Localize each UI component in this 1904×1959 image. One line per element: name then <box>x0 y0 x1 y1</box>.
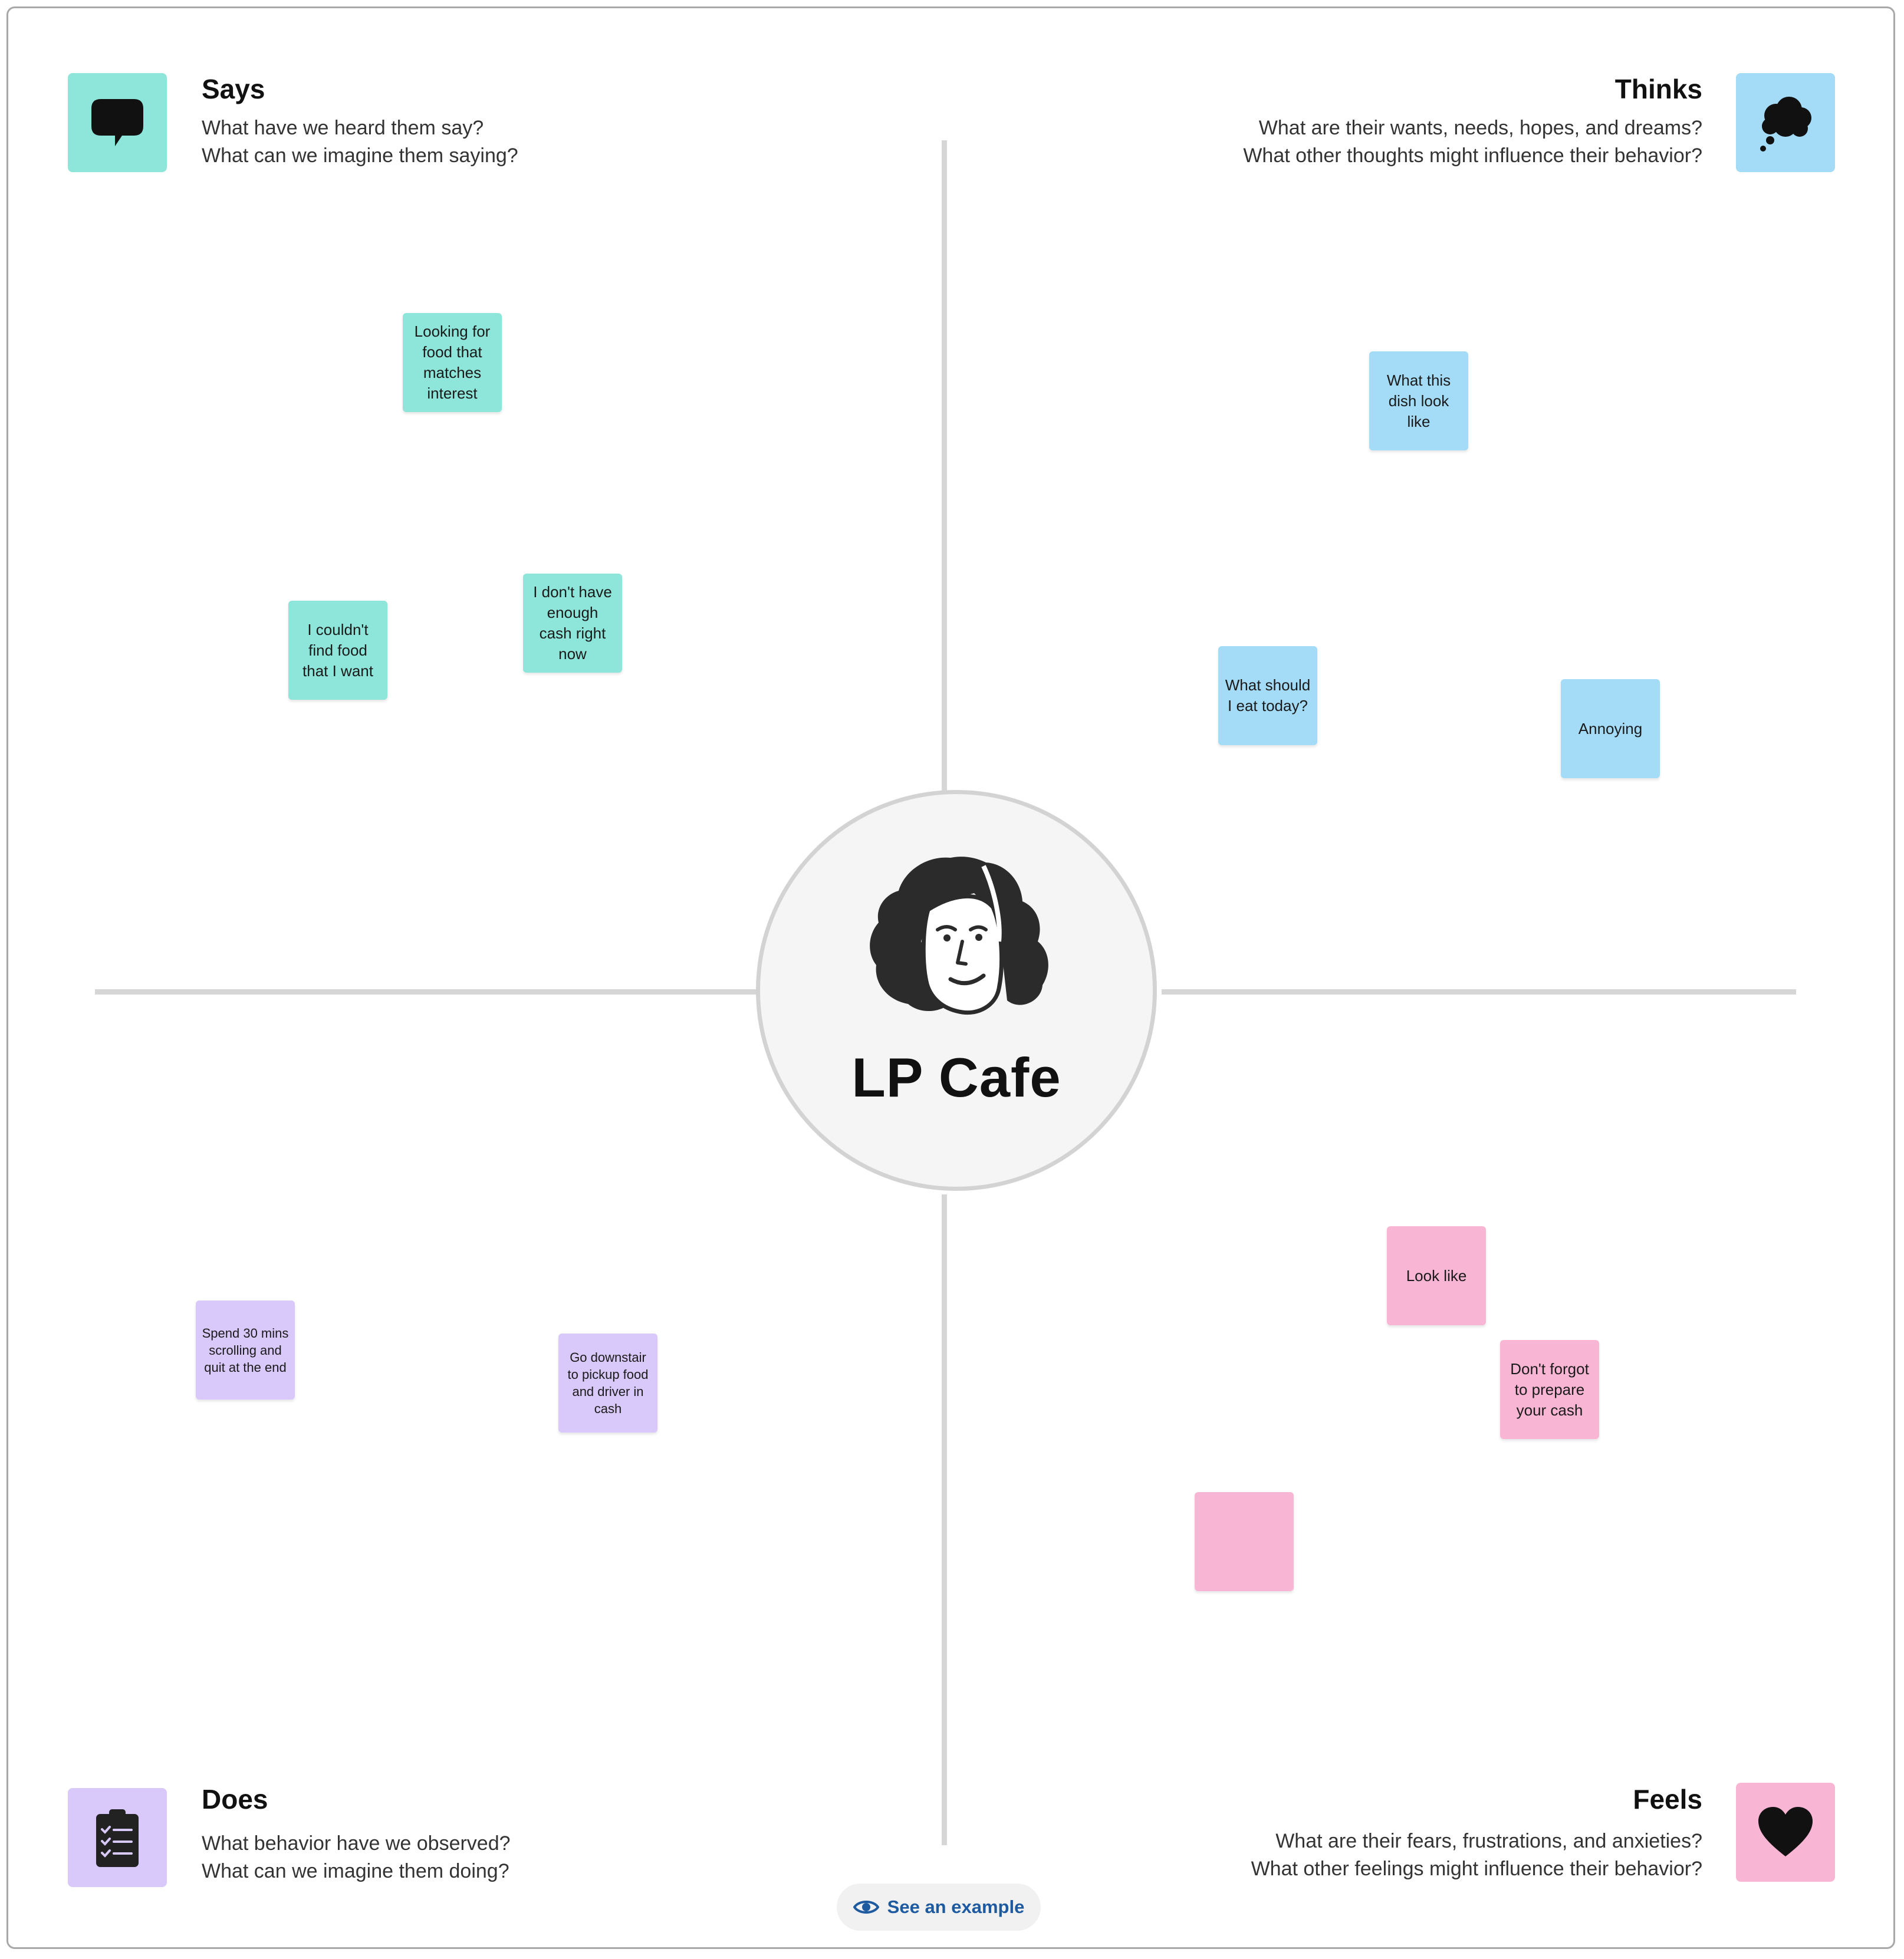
speech-bubble-icon <box>91 99 143 146</box>
sticky-note-says-2[interactable]: I couldn't find food that I want <box>288 601 387 700</box>
sticky-note-says-3[interactable]: I don't have enough cash right now <box>523 574 622 673</box>
says-prompt-2: What can we imagine them saying? <box>202 144 518 167</box>
thinks-prompt-2: What other thoughts might influence thei… <box>1243 144 1702 167</box>
does-icon-tile <box>68 1788 167 1887</box>
does-title: Does <box>202 1784 268 1815</box>
axis-horizontal-right <box>1162 989 1796 995</box>
thinks-title: Thinks <box>1614 74 1702 104</box>
axis-vertical-top <box>942 140 947 791</box>
sticky-note-thinks-2[interactable]: What should I eat today? <box>1218 646 1317 745</box>
feels-prompt-1: What are their fears, frustrations, and … <box>1275 1830 1702 1852</box>
persona-circle[interactable]: LP Cafe <box>756 790 1157 1191</box>
feels-description: What are their fears, frustrations, and … <box>1002 1828 1702 1883</box>
thinks-prompt-1: What are their wants, needs, hopes, and … <box>1258 117 1702 139</box>
sticky-note-says-1[interactable]: Looking for food that matches interest <box>403 313 502 412</box>
feels-title: Feels <box>1633 1784 1702 1815</box>
sticky-note-thinks-1[interactable]: What this dish look like <box>1369 351 1468 450</box>
says-icon-tile <box>68 73 167 172</box>
does-prompt-2: What can we imagine them doing? <box>202 1860 509 1882</box>
person-face-icon <box>870 857 1048 1015</box>
feels-prompt-2: What other feelings might influence thei… <box>1251 1858 1702 1880</box>
thought-cloud-icon <box>1760 97 1811 152</box>
says-prompt-1: What have we heard them say? <box>202 117 484 139</box>
persona-name: LP Cafe <box>851 1046 1061 1108</box>
eye-icon <box>853 1901 879 1914</box>
says-title: Says <box>202 74 265 104</box>
see-example-button[interactable]: See an example <box>837 1884 1041 1931</box>
sticky-note-thinks-3[interactable]: Annoying <box>1561 679 1660 778</box>
axis-horizontal-left <box>95 989 757 995</box>
thinks-description: What are their wants, needs, hopes, and … <box>1002 114 1702 170</box>
does-prompt-1: What behavior have we observed? <box>202 1832 511 1855</box>
sticky-note-does-2[interactable]: Go downstair to pickup food and driver i… <box>558 1334 657 1433</box>
feels-icon-tile <box>1736 1783 1835 1882</box>
sticky-note-feels-1[interactable]: Look like <box>1387 1226 1486 1325</box>
clipboard-checklist-icon <box>96 1809 139 1867</box>
does-description: What behavior have we observed? What can… <box>202 1830 511 1885</box>
axis-vertical-bottom <box>942 1194 947 1845</box>
see-example-label: See an example <box>887 1897 1025 1917</box>
sticky-note-does-1[interactable]: Spend 30 mins scrolling and quit at the … <box>196 1300 295 1400</box>
says-description: What have we heard them say? What can we… <box>202 114 518 170</box>
sticky-note-feels-2[interactable]: Don't forgot to prepare your cash <box>1500 1340 1599 1439</box>
sticky-note-feels-3[interactable] <box>1195 1492 1294 1591</box>
thinks-icon-tile <box>1736 73 1835 172</box>
heart-icon <box>1758 1807 1813 1856</box>
